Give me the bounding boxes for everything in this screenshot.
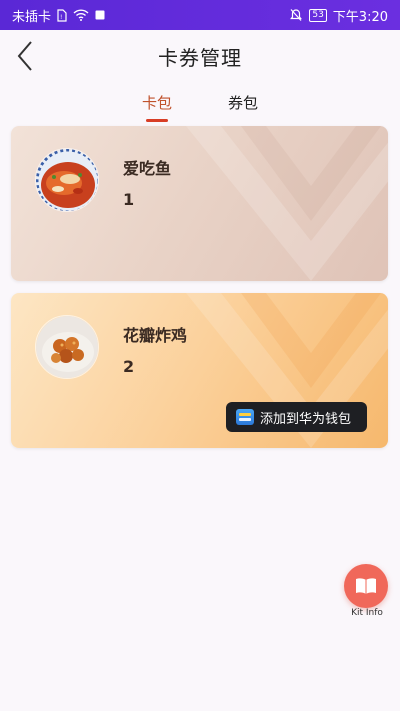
add-to-huawei-wallet-button[interactable]: 添加到华为钱包	[226, 402, 367, 432]
sim-icon: !	[57, 8, 67, 22]
back-button[interactable]	[10, 38, 40, 74]
fish-dish-photo	[35, 148, 99, 212]
chevron-left-icon	[17, 41, 32, 71]
page-title: 卡券管理	[158, 45, 242, 70]
battery-indicator: 53	[309, 8, 327, 22]
kit-info-button[interactable]	[344, 564, 388, 608]
kit-info-label: Kit Info	[351, 608, 383, 618]
fried-chicken-photo	[35, 315, 99, 379]
app-header: 卡券管理	[0, 30, 400, 82]
membership-card[interactable]: 爱吃鱼 1	[11, 126, 388, 281]
clock-text: 下午3:20	[332, 9, 388, 25]
card-count: 1	[123, 190, 135, 209]
status-bar: 未插卡 ! 53 下午3:20	[0, 0, 400, 30]
wallet-icon	[236, 409, 254, 425]
wifi-icon	[73, 9, 89, 21]
mute-bell-icon	[289, 8, 303, 22]
notification-square-icon	[95, 10, 105, 20]
card-count: 2	[123, 357, 135, 376]
wallet-button-label: 添加到华为钱包	[260, 411, 352, 427]
svg-text:!: !	[60, 14, 62, 21]
tab-bar: 卡包 券包	[0, 88, 400, 122]
book-icon	[356, 578, 376, 594]
tab-card-pack[interactable]: 卡包	[142, 88, 172, 122]
carrier-text: 未插卡	[12, 9, 52, 25]
membership-card[interactable]: 花瓣炸鸡 2 添加到华为钱包	[11, 293, 388, 448]
card-name: 爱吃鱼	[123, 159, 172, 178]
card-name: 花瓣炸鸡	[123, 326, 188, 345]
tab-coupon-pack[interactable]: 券包	[228, 88, 258, 120]
